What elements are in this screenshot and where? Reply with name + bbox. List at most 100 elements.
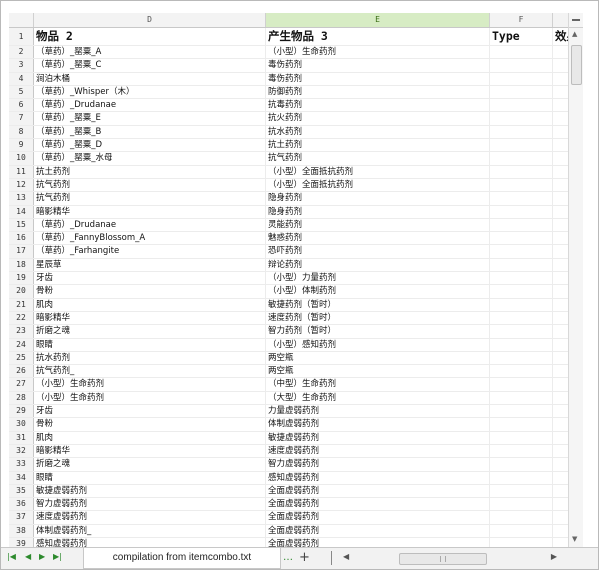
scroll-up-icon[interactable]: ▲ xyxy=(572,30,577,38)
cell-e[interactable]: 抗火药剂 xyxy=(266,112,490,125)
cell-f[interactable] xyxy=(490,431,553,444)
cell-e[interactable]: 智力虚弱药剂 xyxy=(266,458,490,471)
row-number[interactable]: 14 xyxy=(9,205,34,218)
row-number[interactable]: 15 xyxy=(9,218,34,232)
cell-d[interactable]: 眼睛 xyxy=(34,338,266,351)
horizontal-scroll-thumb[interactable] xyxy=(399,553,487,565)
next-sheet-icon[interactable]: ▶ xyxy=(39,552,45,561)
cell-f[interactable] xyxy=(490,218,553,232)
last-sheet-icon[interactable]: ▶| xyxy=(53,552,62,561)
cell-g[interactable] xyxy=(553,418,568,430)
row-number[interactable]: 28 xyxy=(9,391,34,405)
cell-d[interactable]: 牙齿 xyxy=(34,405,266,418)
cell-d[interactable]: 肌肉 xyxy=(34,298,266,311)
cell-e[interactable]: 两空瓶 xyxy=(266,365,490,378)
header-cell-e[interactable]: 产生物品 3 xyxy=(266,28,490,45)
cell-e[interactable]: 抗土药剂 xyxy=(266,139,490,152)
cell-g[interactable] xyxy=(553,405,568,417)
select-all-corner[interactable] xyxy=(9,13,34,27)
cell-g[interactable] xyxy=(553,73,568,85)
cell-f[interactable] xyxy=(490,192,553,205)
row-number[interactable]: 23 xyxy=(9,325,34,338)
cell-e[interactable]: 敏捷虚弱药剂 xyxy=(266,431,490,444)
column-header-f[interactable]: F xyxy=(490,13,553,27)
cell-f[interactable] xyxy=(490,484,553,498)
scroll-right-icon[interactable]: ▶ xyxy=(551,552,557,561)
cell-g[interactable] xyxy=(553,259,568,271)
cell-e[interactable]: 两空瓶 xyxy=(266,351,490,365)
cell-d[interactable]: 折磨之魂 xyxy=(34,458,266,471)
row-number[interactable]: 11 xyxy=(9,165,34,178)
header-cell-d[interactable]: 物品 2 xyxy=(34,28,266,45)
cell-e[interactable]: （小型）力量药剂 xyxy=(266,272,490,285)
column-header-e[interactable]: E xyxy=(266,13,490,27)
cell-f[interactable] xyxy=(490,444,553,458)
row-number[interactable]: 30 xyxy=(9,418,34,431)
cell-g[interactable] xyxy=(553,352,568,364)
cell-e[interactable]: 全面虚弱药剂 xyxy=(266,484,490,498)
cell-e[interactable]: 防御药剂 xyxy=(266,85,490,99)
cell-f[interactable] xyxy=(490,112,553,125)
row-number[interactable]: 17 xyxy=(9,245,34,258)
header-cell-f[interactable]: Type xyxy=(490,28,553,45)
row-number[interactable]: 22 xyxy=(9,311,34,325)
cell-d[interactable]: 骨粉 xyxy=(34,418,266,431)
cell-d[interactable]: 速度虚弱药剂 xyxy=(34,511,266,524)
cell-g[interactable] xyxy=(553,285,568,297)
row-number[interactable]: 20 xyxy=(9,285,34,298)
row-number[interactable]: 9 xyxy=(9,139,34,152)
cell-e[interactable]: 敏捷药剂（暂时） xyxy=(266,298,490,311)
cell-d[interactable]: （草药）_Drudanae xyxy=(34,99,266,112)
cell-f[interactable] xyxy=(490,85,553,99)
cell-f[interactable] xyxy=(490,537,553,547)
cell-d[interactable]: 涧泊木桶 xyxy=(34,72,266,85)
cell-g[interactable] xyxy=(553,325,568,337)
cell-e[interactable]: （小型）感知药剂 xyxy=(266,338,490,351)
cell-f[interactable] xyxy=(490,511,553,524)
cell-d[interactable]: （小型）生命药剂 xyxy=(34,391,266,405)
cell-d[interactable]: 抗气药剂 xyxy=(34,192,266,205)
cell-d[interactable]: （草药）_罂粟_水母 xyxy=(34,152,266,165)
cell-f[interactable] xyxy=(490,524,553,537)
cell-e[interactable]: （小型）生命药剂 xyxy=(266,46,490,59)
cell-d[interactable]: 骨粉 xyxy=(34,285,266,298)
row-number[interactable]: 10 xyxy=(9,152,34,165)
row-number[interactable]: 35 xyxy=(9,484,34,498)
cell-f[interactable] xyxy=(490,139,553,152)
header-cell-g[interactable]: 效果 xyxy=(553,28,568,45)
cell-e[interactable]: 抗毒药剂 xyxy=(266,99,490,112)
cell-f[interactable] xyxy=(490,418,553,431)
cell-f[interactable] xyxy=(490,471,553,484)
cell-e[interactable]: （小型）体制药剂 xyxy=(266,285,490,298)
row-number[interactable]: 38 xyxy=(9,524,34,537)
cell-g[interactable] xyxy=(553,511,568,523)
cell-e[interactable]: 智力药剂（暂时） xyxy=(266,325,490,338)
column-header-d[interactable]: D xyxy=(34,13,266,27)
horizontal-scrollbar[interactable]: ◀ ▶ xyxy=(339,552,557,565)
cell-f[interactable] xyxy=(490,351,553,365)
cell-d[interactable]: 抗气药剂_ xyxy=(34,365,266,378)
cell-e[interactable]: 感知虚弱药剂 xyxy=(266,471,490,484)
scroll-down-icon[interactable]: ▼ xyxy=(572,535,577,543)
row-number[interactable]: 7 xyxy=(9,112,34,125)
cell-g[interactable] xyxy=(553,272,568,284)
cell-d[interactable]: 暗影精华 xyxy=(34,444,266,458)
cell-e[interactable]: 辩论药剂 xyxy=(266,258,490,272)
cell-g[interactable] xyxy=(553,192,568,204)
row-number[interactable]: 1 xyxy=(9,28,34,45)
cell-e[interactable]: 毒伤药剂 xyxy=(266,59,490,72)
row-number[interactable]: 24 xyxy=(9,338,34,351)
cell-d[interactable]: 星辰草 xyxy=(34,258,266,272)
cell-g[interactable] xyxy=(553,485,568,497)
cell-d[interactable]: 体制虚弱药剂_ xyxy=(34,524,266,537)
cell-g[interactable] xyxy=(553,219,568,231)
cell-e[interactable]: 速度虚弱药剂 xyxy=(266,444,490,458)
cell-g[interactable] xyxy=(553,245,568,257)
cell-f[interactable] xyxy=(490,59,553,72)
cell-g[interactable] xyxy=(553,139,568,151)
cell-d[interactable]: 牙齿 xyxy=(34,272,266,285)
cell-f[interactable] xyxy=(490,298,553,311)
cell-e[interactable]: 隐身药剂 xyxy=(266,192,490,205)
row-number[interactable]: 8 xyxy=(9,125,34,139)
cell-g[interactable] xyxy=(553,232,568,244)
